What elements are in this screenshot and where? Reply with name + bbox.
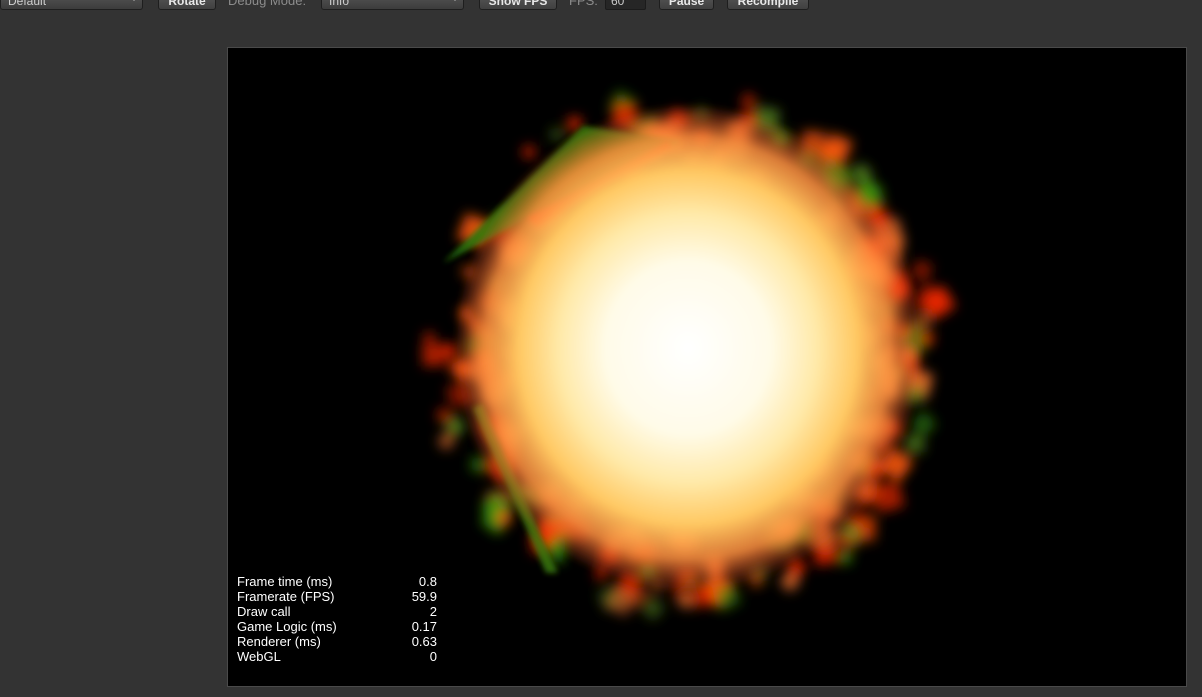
stat-label: Game Logic (ms) bbox=[237, 619, 337, 634]
stat-label: Framerate (FPS) bbox=[237, 589, 335, 604]
stat-row: Framerate (FPS) 59.9 bbox=[237, 589, 437, 604]
debug-mode-select-value: Info bbox=[329, 0, 350, 8]
stat-label: Draw call bbox=[237, 604, 291, 619]
debug-stats-panel: Frame time (ms) 0.8 Framerate (FPS) 59.9… bbox=[237, 574, 437, 664]
stat-row: Draw call 2 bbox=[237, 604, 437, 619]
render-canvas[interactable]: Frame time (ms) 0.8 Framerate (FPS) 59.9… bbox=[227, 47, 1187, 687]
particle bbox=[567, 116, 582, 131]
particle-core bbox=[453, 103, 923, 593]
particle bbox=[423, 331, 435, 344]
debug-mode-label: Debug Mode: bbox=[228, 0, 307, 8]
toolbar: Default Rotate Debug Mode: Info Show FPS… bbox=[0, 0, 1202, 14]
preset-select[interactable]: Default bbox=[0, 0, 143, 10]
stat-value: 59.9 bbox=[411, 589, 437, 604]
stat-value: 2 bbox=[429, 604, 437, 619]
stat-label: WebGL bbox=[237, 649, 281, 664]
pause-button[interactable]: Pause bbox=[659, 0, 714, 10]
particle bbox=[910, 410, 937, 438]
debug-mode-select[interactable]: Info bbox=[321, 0, 464, 10]
stat-row: Game Logic (ms) 0.17 bbox=[237, 619, 437, 634]
particle bbox=[739, 92, 757, 110]
particle bbox=[839, 551, 852, 565]
rotate-button[interactable]: Rotate bbox=[158, 0, 216, 10]
particle bbox=[521, 144, 537, 160]
stat-value: 0 bbox=[429, 649, 437, 664]
recompile-button[interactable]: Recompile bbox=[727, 0, 809, 10]
particle bbox=[549, 126, 565, 142]
particle bbox=[421, 343, 446, 367]
stat-row: Renderer (ms) 0.63 bbox=[237, 634, 437, 649]
stat-value: 0.63 bbox=[411, 634, 437, 649]
chevron-down-icon bbox=[131, 0, 137, 1]
stat-label: Renderer (ms) bbox=[237, 634, 321, 649]
preset-select-value: Default bbox=[8, 0, 47, 8]
show-fps-button[interactable]: Show FPS bbox=[479, 0, 557, 10]
particle bbox=[910, 259, 934, 282]
fps-label: FPS: bbox=[569, 0, 598, 8]
fps-input[interactable]: 60 bbox=[605, 0, 646, 10]
chevron-down-icon bbox=[452, 0, 458, 1]
stat-row: Frame time (ms) 0.8 bbox=[237, 574, 437, 589]
stat-row: WebGL 0 bbox=[237, 649, 437, 664]
stat-value: 0.8 bbox=[418, 574, 437, 589]
stat-value: 0.17 bbox=[411, 619, 437, 634]
stat-label: Frame time (ms) bbox=[237, 574, 333, 589]
